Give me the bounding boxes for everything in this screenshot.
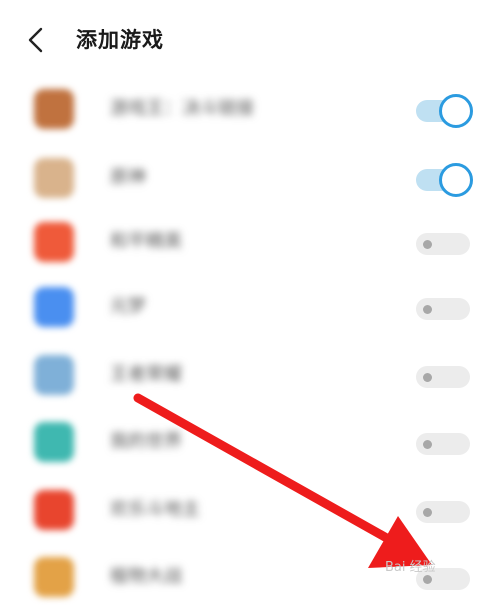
game-icon	[34, 89, 74, 129]
game-name: 王者荣耀	[110, 364, 182, 385]
game-icon	[34, 287, 74, 327]
game-toggle[interactable]	[414, 360, 472, 392]
list-item: 游戏王：决斗链接	[0, 77, 500, 143]
game-name: 和平精英	[110, 231, 182, 252]
list-item: 和平精英	[0, 210, 500, 276]
game-toggle[interactable]	[414, 427, 472, 459]
list-item: 原神	[0, 146, 500, 212]
header-bar: 添加游戏	[0, 0, 500, 80]
list-item: 植物大战	[0, 545, 500, 611]
game-icon	[34, 490, 74, 530]
game-icon	[34, 422, 74, 462]
game-toggle[interactable]	[414, 292, 472, 324]
game-icon	[34, 222, 74, 262]
game-toggle[interactable]	[414, 163, 473, 197]
list-item: 元梦	[0, 275, 500, 341]
list-item: 欢乐斗地主	[0, 478, 500, 544]
back-button[interactable]	[18, 22, 54, 58]
game-name: 元梦	[110, 296, 146, 317]
game-toggle[interactable]	[414, 227, 472, 259]
game-name: 植物大战	[110, 566, 182, 587]
game-icon	[34, 557, 74, 597]
game-icon	[34, 158, 74, 198]
page-title: 添加游戏	[76, 28, 164, 52]
list-item: 王者荣耀	[0, 343, 500, 409]
game-name: 游戏王：决斗链接	[110, 98, 254, 119]
game-name: 原神	[110, 167, 146, 188]
game-name: 我的世界	[110, 431, 182, 452]
game-icon	[34, 355, 74, 395]
game-name: 欢乐斗地主	[110, 499, 200, 520]
list-item: 我的世界	[0, 410, 500, 476]
back-arrow-icon	[28, 27, 43, 53]
game-toggle[interactable]	[414, 495, 472, 527]
game-toggle[interactable]	[414, 94, 473, 128]
watermark: Bai 经验	[385, 560, 436, 575]
